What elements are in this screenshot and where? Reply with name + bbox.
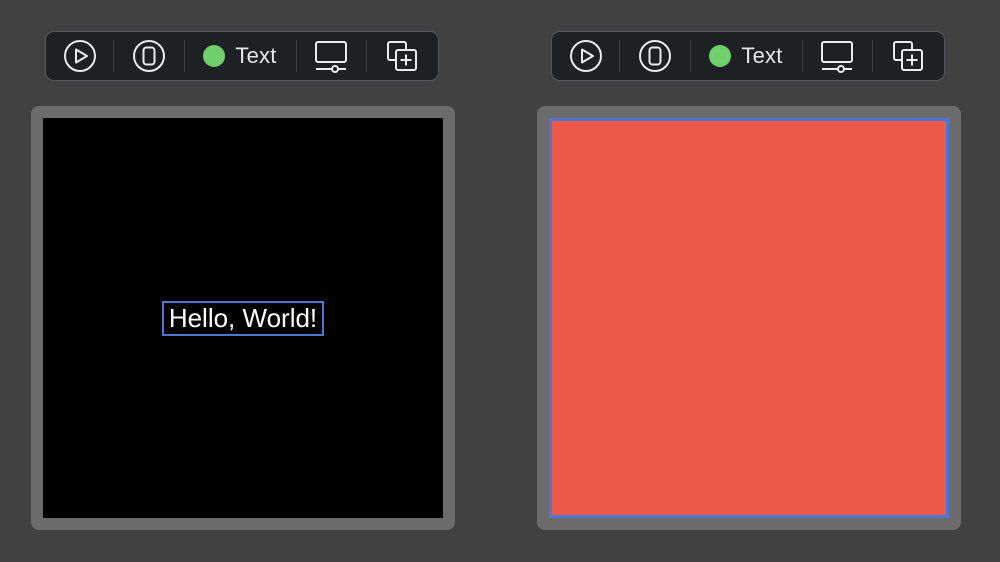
device-settings-button[interactable] (114, 31, 183, 81)
play-circle-icon (63, 40, 96, 72)
preview-toolbar: Text (45, 31, 439, 81)
device-settings-icon (132, 40, 165, 72)
preview-frame: Hello, World! (31, 106, 455, 530)
status-indicator-dot (203, 45, 226, 67)
duplicate-preview-button[interactable] (873, 31, 944, 81)
preview-toolbar: Text (551, 31, 945, 81)
preview-mode-label: Text (741, 43, 783, 68)
device-settings-button[interactable] (620, 31, 689, 81)
preview-screen[interactable]: Hello, World! (43, 118, 443, 518)
preview-mode-button[interactable]: Text (185, 31, 296, 81)
play-circle-icon (569, 40, 602, 72)
device-settings-icon (638, 40, 671, 72)
display-settings-icon (315, 41, 348, 73)
status-indicator-dot (709, 45, 732, 67)
preview-screen-selected[interactable] (549, 118, 949, 518)
display-settings-icon (821, 41, 854, 73)
live-preview-button[interactable] (46, 31, 113, 81)
duplicate-preview-icon (387, 41, 418, 71)
display-settings-button[interactable] (296, 31, 365, 81)
duplicate-preview-button[interactable] (367, 31, 438, 81)
preview-mode-label: Text (235, 43, 277, 68)
live-preview-button[interactable] (552, 31, 619, 81)
duplicate-preview-icon (893, 41, 924, 71)
preview-mode-button[interactable]: Text (691, 31, 802, 81)
display-settings-button[interactable] (802, 31, 871, 81)
preview-canvas: Text Hello, World! Text (0, 0, 1000, 562)
hello-world-text[interactable]: Hello, World! (162, 301, 324, 336)
preview-frame (537, 106, 961, 530)
